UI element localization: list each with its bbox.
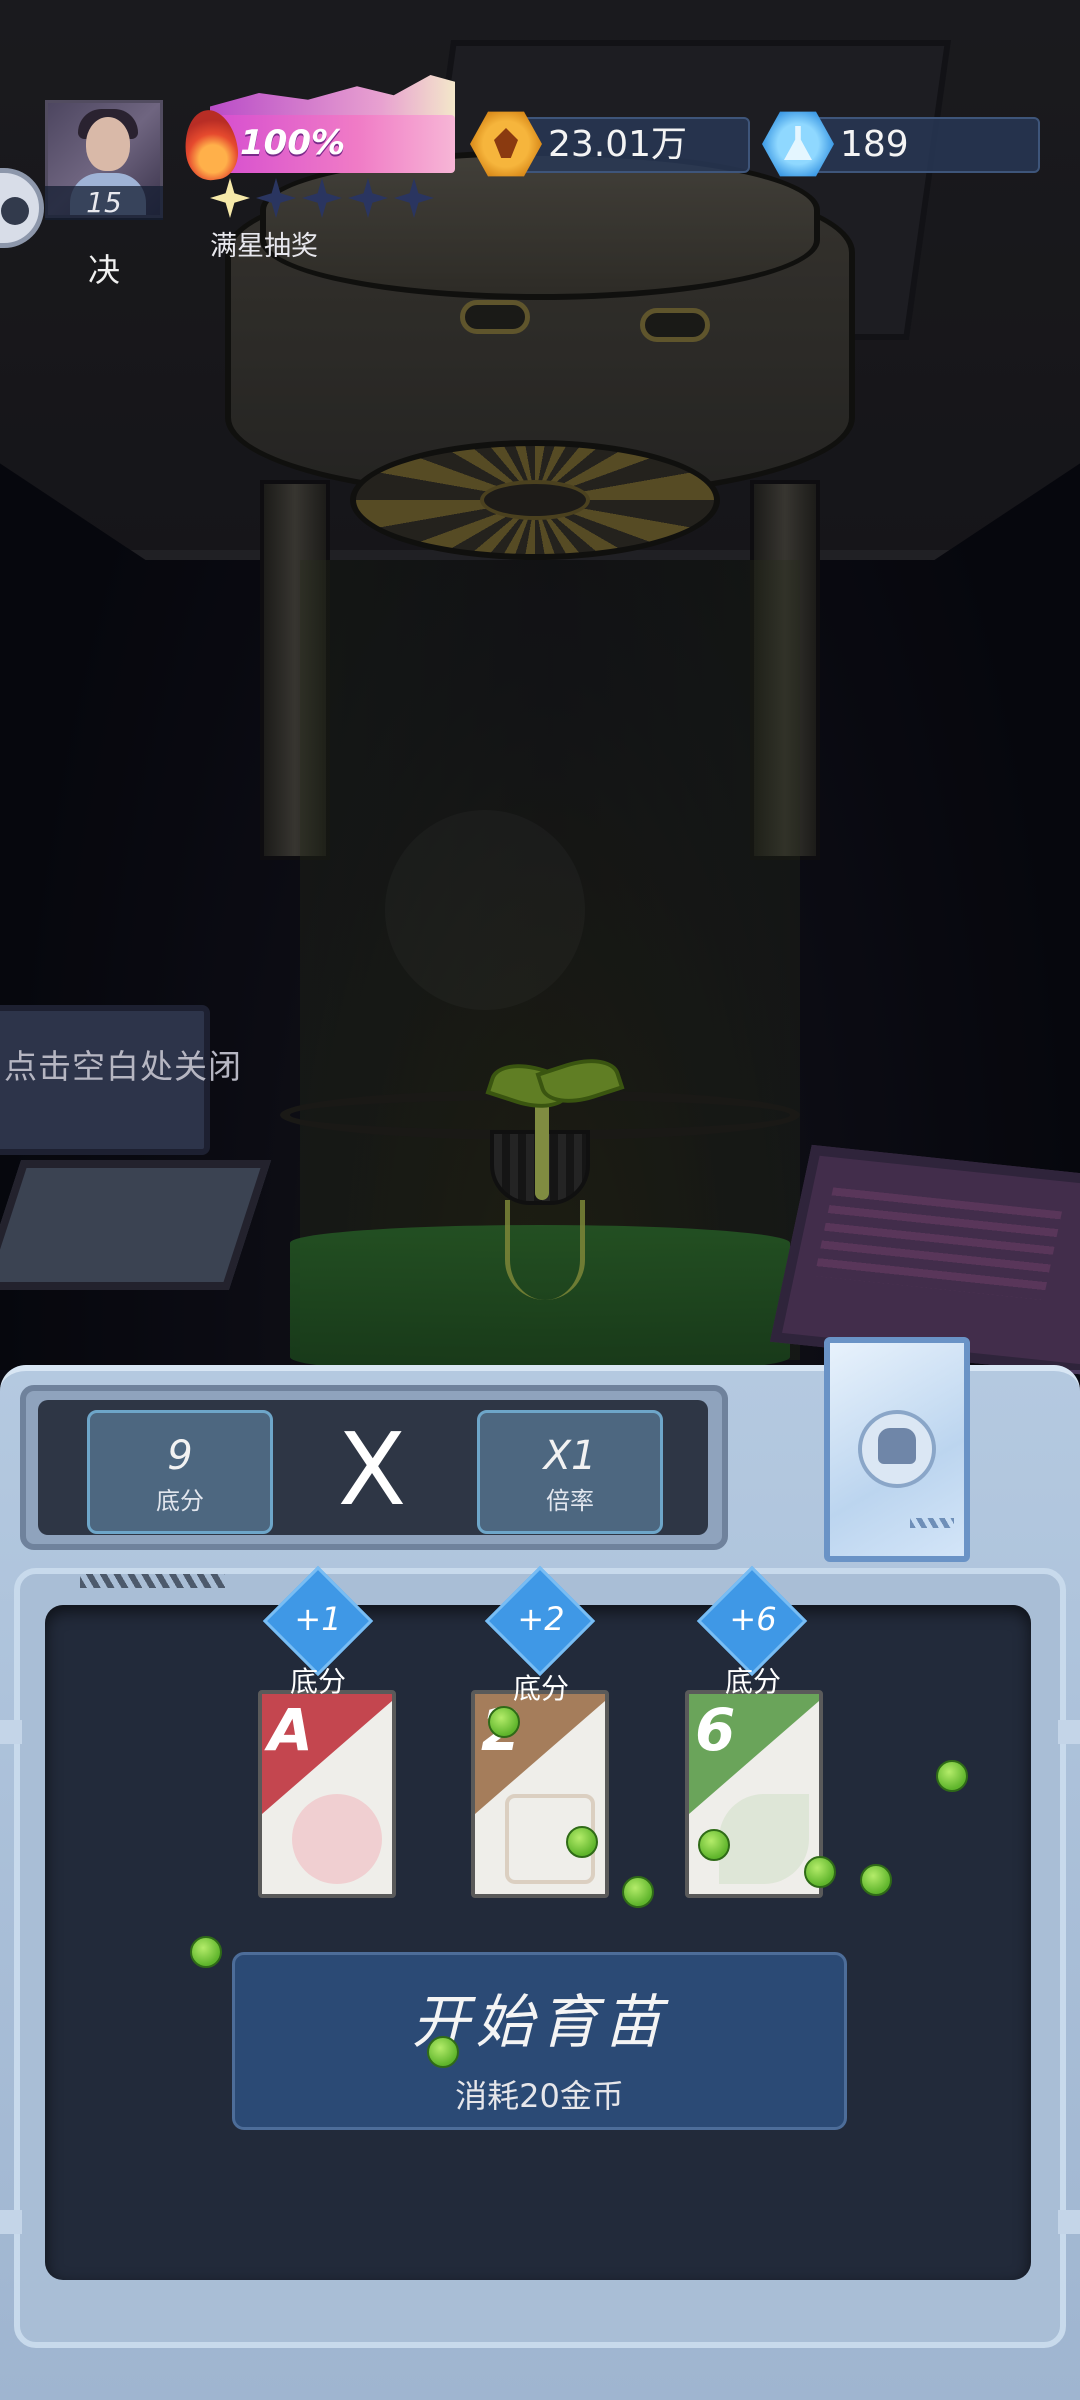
star-icon bbox=[302, 178, 342, 218]
star-icon bbox=[394, 178, 434, 218]
multiplier-box: X1 倍率 bbox=[477, 1410, 663, 1534]
star-lottery-label[interactable]: 满星抽奖 bbox=[210, 224, 318, 263]
frame-rail bbox=[0, 2210, 22, 2234]
star-rating[interactable] bbox=[210, 178, 434, 222]
start-button-title: 开始育苗 bbox=[411, 1988, 668, 2056]
card-2-bonus: +2 bbox=[517, 1600, 565, 1638]
start-breeding-button[interactable]: 开始育苗 消耗20金币 bbox=[232, 1952, 847, 2130]
seed-dot bbox=[622, 1876, 654, 1908]
seed-dot bbox=[936, 1760, 968, 1792]
level-badge: 15 bbox=[45, 186, 163, 220]
seed-dot bbox=[190, 1936, 222, 1968]
star-icon bbox=[256, 178, 296, 218]
close-hint: 点击空白处关闭 bbox=[4, 1047, 242, 1086]
base-score-box: 9 底分 bbox=[87, 1410, 273, 1534]
leaf-icon bbox=[719, 1794, 809, 1884]
robot-icon bbox=[1, 197, 29, 225]
multiply-sign: X bbox=[337, 1411, 407, 1528]
base-score-value: 9 bbox=[167, 1433, 193, 1479]
seed-dot bbox=[698, 1829, 730, 1861]
multiplier-value: X1 bbox=[543, 1433, 597, 1479]
coin-amount: 23.01万 bbox=[548, 124, 688, 165]
deck-stripes bbox=[910, 1518, 954, 1528]
seed-dot bbox=[566, 1826, 598, 1858]
game-screen[interactable]: 点击空白处关闭 15 决 100% 满星抽奖 23.01万 189 9 底分 X… bbox=[0, 0, 1080, 2400]
multiplier-label: 倍率 bbox=[546, 1487, 594, 1515]
energy-meter[interactable]: 100% bbox=[180, 75, 455, 184]
player-name: 决 bbox=[88, 251, 121, 289]
board-stripes bbox=[80, 1574, 225, 1588]
frame-rail bbox=[1058, 1720, 1080, 1744]
seed-dot bbox=[860, 1864, 892, 1896]
star-icon bbox=[210, 178, 250, 218]
card-2-bonus-label: 底分 bbox=[512, 1672, 569, 1705]
base-score-label: 底分 bbox=[156, 1487, 204, 1515]
seed-dot bbox=[488, 1706, 520, 1738]
frame-rail bbox=[0, 1720, 22, 1744]
card-a-bonus: +1 bbox=[294, 1600, 342, 1638]
energy-percent: 100% bbox=[240, 123, 346, 163]
card-rank: 6 bbox=[695, 1696, 736, 1764]
start-button-cost: 消耗20金币 bbox=[455, 2077, 624, 2115]
card-a[interactable]: A bbox=[258, 1690, 396, 1898]
seed-dot bbox=[427, 2036, 459, 2068]
card-a-bonus-label: 底分 bbox=[289, 1665, 346, 1698]
avatar-face bbox=[86, 117, 130, 171]
gem-amount: 189 bbox=[840, 124, 909, 165]
seed-dot bbox=[804, 1856, 836, 1888]
card-6-bonus: +6 bbox=[729, 1600, 777, 1638]
star-icon bbox=[348, 178, 388, 218]
apple-icon bbox=[292, 1794, 382, 1884]
card-6[interactable]: 6 bbox=[685, 1690, 823, 1898]
card-rank: A bbox=[268, 1696, 313, 1764]
robot-icon bbox=[878, 1428, 916, 1464]
frame-rail bbox=[1058, 2210, 1080, 2234]
card-6-bonus-label: 底分 bbox=[724, 1665, 781, 1698]
